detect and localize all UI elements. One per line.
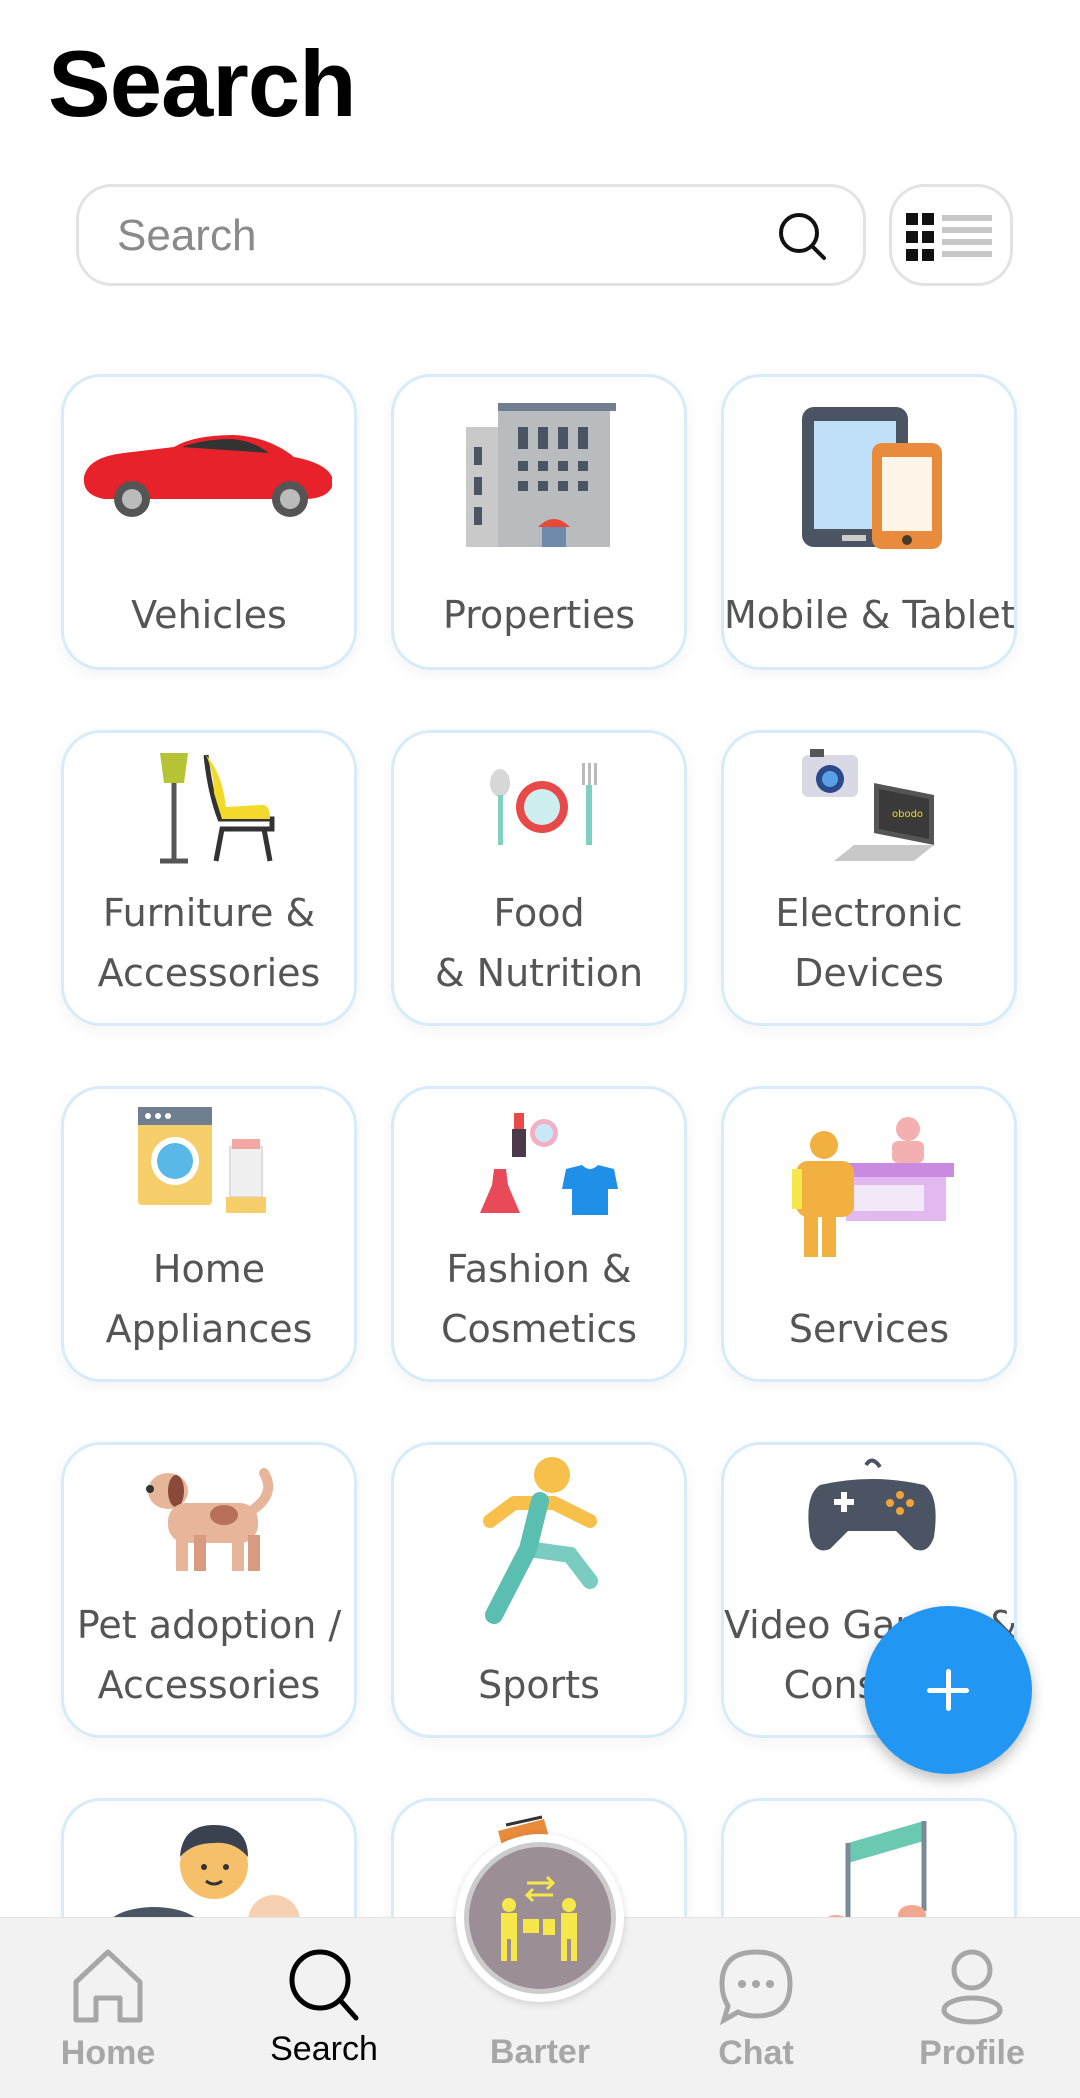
category-label: Mobile & Tablet bbox=[724, 593, 1016, 637]
view-toggle-button[interactable] bbox=[889, 184, 1013, 286]
building-icon bbox=[466, 403, 616, 547]
category-label: Accessories bbox=[97, 951, 321, 995]
category-label: Fashion & bbox=[446, 1247, 632, 1291]
svg-text:obodo: obodo bbox=[892, 809, 923, 820]
category-tile-pet-adoption[interactable]: Pet adoption / Accessories bbox=[61, 1442, 357, 1738]
category-tile-home-appliances[interactable]: Home Appliances bbox=[61, 1086, 357, 1382]
category-tile-services[interactable]: Services bbox=[721, 1086, 1017, 1382]
category-label: Appliances bbox=[105, 1307, 313, 1351]
nav-barter-label: Barter bbox=[489, 2033, 591, 2071]
nav-search-label: Search bbox=[270, 2030, 378, 2068]
category-label: Food bbox=[493, 891, 585, 935]
category-tile-furniture-accessories[interactable]: Furniture & Accessories bbox=[61, 730, 357, 1026]
category-label: Devices bbox=[794, 951, 944, 995]
category-label: Properties bbox=[442, 593, 636, 637]
barter-button[interactable] bbox=[456, 1834, 624, 2002]
nav-chat-label: Chat bbox=[718, 2034, 794, 2072]
category-tile-fashion-cosmetics[interactable]: Fashion & Cosmetics bbox=[391, 1086, 687, 1382]
nav-profile[interactable]: Profile bbox=[882, 1918, 1062, 2098]
grid-list-icon bbox=[906, 213, 992, 261]
page-title: Search bbox=[48, 31, 357, 136]
category-label: Electronic bbox=[775, 891, 963, 935]
category-label: Sports bbox=[478, 1663, 600, 1707]
category-tile-properties[interactable]: Properties bbox=[391, 374, 687, 670]
category-label: Services bbox=[788, 1307, 950, 1351]
category-label: Furniture & bbox=[102, 891, 316, 935]
category-tile-food-nutrition[interactable]: Food & Nutrition bbox=[391, 730, 687, 1026]
category-tile-electronic-devices[interactable]: obodo Electronic Devices bbox=[721, 730, 1017, 1026]
car-icon bbox=[83, 435, 332, 517]
search-icon[interactable] bbox=[777, 211, 829, 263]
category-tile-mobile-tablet[interactable]: Mobile & Tablet bbox=[721, 374, 1017, 670]
nav-profile-label: Profile bbox=[919, 2034, 1025, 2072]
profile-icon bbox=[941, 1949, 1003, 2025]
search-bar[interactable] bbox=[76, 184, 866, 286]
reception-desk-icon bbox=[792, 1117, 954, 1257]
nav-chat[interactable]: Chat bbox=[666, 1918, 846, 2098]
category-label: Home bbox=[152, 1247, 266, 1291]
add-listing-button[interactable] bbox=[864, 1606, 1032, 1774]
search-input[interactable] bbox=[115, 187, 759, 285]
nav-home[interactable]: Home bbox=[18, 1918, 198, 2098]
home-icon bbox=[73, 1949, 143, 2023]
nav-home-label: Home bbox=[60, 2034, 156, 2072]
category-tile-vehicles[interactable]: Vehicles bbox=[61, 374, 357, 670]
runner-icon bbox=[483, 1457, 598, 1624]
chat-bubble-icon bbox=[719, 1949, 793, 2026]
category-label: Accessories bbox=[97, 1663, 321, 1707]
category-label: Pet adoption / bbox=[76, 1603, 342, 1647]
barter-exchange-icon bbox=[501, 1875, 577, 1961]
category-tile-sports[interactable]: Sports bbox=[391, 1442, 687, 1738]
category-label: & Nutrition bbox=[434, 951, 644, 995]
nav-search[interactable]: Search bbox=[234, 1918, 414, 2098]
mobile-tablet-icon bbox=[802, 407, 942, 549]
category-label: Vehicles bbox=[131, 593, 287, 637]
category-label: Cosmetics bbox=[440, 1307, 638, 1351]
search-icon bbox=[289, 1949, 359, 2021]
